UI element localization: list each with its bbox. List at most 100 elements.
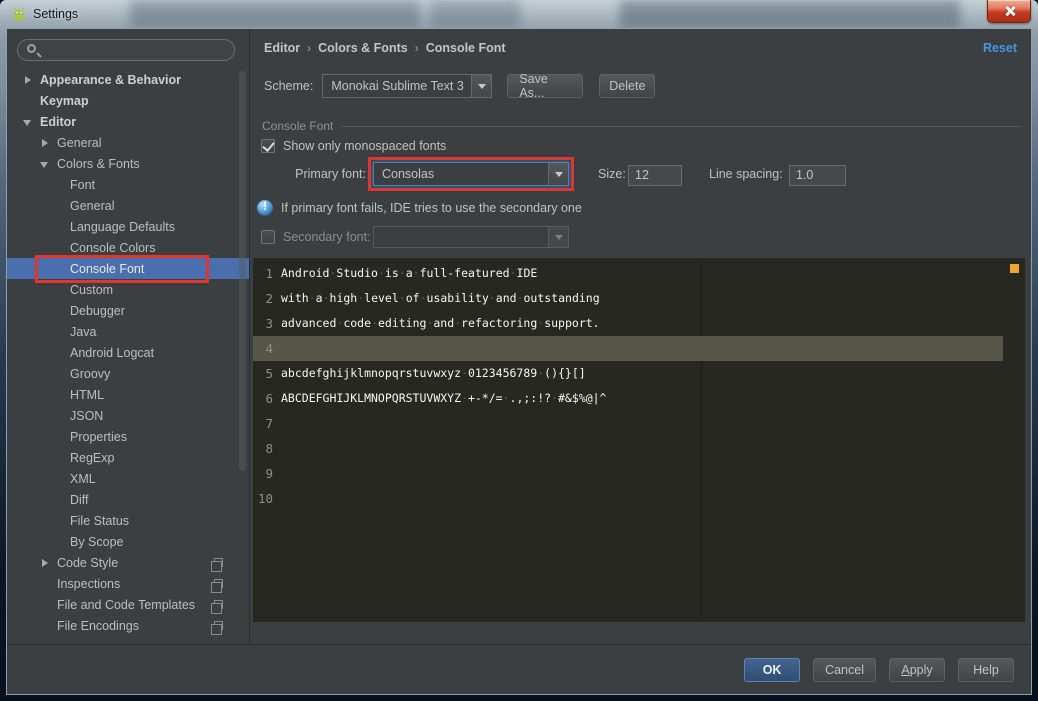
secondary-font-dropdown[interactable] [373,226,569,248]
show-monospaced-label: Show only monospaced fonts [283,139,446,153]
sidebar-item-editor[interactable]: Editor [7,111,249,132]
scheme-dropdown[interactable]: Monokai Sublime Text 3 [322,74,492,98]
sidebar-item-appearance-behavior[interactable]: Appearance & Behavior [7,69,249,90]
sidebar-item-android-logcat[interactable]: Android Logcat [7,342,249,363]
whitespace-dot: · [336,316,343,330]
chevron-down-icon[interactable] [40,159,51,169]
whitespace-dot: · [323,291,330,305]
sidebar-item-general[interactable]: General [7,195,249,216]
sidebar-item-label: General [70,199,114,213]
line-number: 3 [253,311,281,336]
show-monospaced-checkbox[interactable] [261,139,275,153]
sidebar-item-general[interactable]: General [7,132,249,153]
line-spacing-field[interactable]: 1.0 [789,165,846,186]
search-input[interactable] [17,39,235,61]
sidebar-item-label: JSON [70,409,103,423]
chevron-right-icon [42,139,48,147]
sidebar-item-by-scope[interactable]: By Scope [7,531,249,552]
sidebar-item-label: Groovy [70,367,110,381]
sidebar-item-label: Language Defaults [70,220,175,234]
project-settings-icon [214,579,223,588]
sidebar-item-label: HTML [70,388,104,402]
sidebar-item-label: By Scope [70,535,124,549]
sidebar-item-file-encodings[interactable]: File Encodings [7,615,249,636]
breadcrumb-colors-fonts[interactable]: Colors & Fonts [318,41,408,55]
sidebar-item-json[interactable]: JSON [7,405,249,426]
title-bar[interactable]: Settings [0,0,1038,28]
delete-button[interactable]: Delete [599,74,655,98]
line-text: ABCDEFGHIJKLMNOPQRSTUVWXYZ·+-*/=·.,;:!?·… [281,386,606,411]
whitespace-dot: · [378,266,385,280]
sidebar-scrollbar[interactable] [239,71,246,471]
sidebar-item-regexp[interactable]: RegExp [7,447,249,468]
android-studio-icon [11,6,27,22]
whitespace-dot: · [371,316,378,330]
sidebar-item-file-and-code-templates[interactable]: File and Code Templates [7,594,249,615]
chevron-right-icon[interactable] [23,75,34,85]
sidebar-item-label: Font [70,178,95,192]
sidebar-item-language-defaults[interactable]: Language Defaults [7,216,249,237]
settings-window: Settings Appearance & BehaviorKeymapEdit… [0,0,1038,701]
whitespace-dot: · [399,291,406,305]
search-icon [27,44,36,53]
save-as-button[interactable]: Save As... [507,74,583,98]
chevron-right-icon [25,76,31,84]
chevron-right-icon[interactable] [40,558,51,568]
sidebar-item-properties[interactable]: Properties [7,426,249,447]
sidebar-item-label: Code Style [57,556,118,570]
primary-font-dropdown[interactable]: Consolas [373,162,569,186]
ok-button[interactable]: OK [744,658,800,682]
sidebar-item-font[interactable]: Font [7,174,249,195]
sidebar-item-groovy[interactable]: Groovy [7,363,249,384]
dialog-footer: OK Cancel Apply Help [7,644,1031,694]
monospace-row: Show only monospaced fonts [261,137,446,155]
sidebar-item-inspections[interactable]: Inspections [7,573,249,594]
reset-link[interactable]: Reset [983,41,1017,55]
size-field[interactable]: 12 [628,165,682,186]
sidebar-item-console-colors[interactable]: Console Colors [7,237,249,258]
sidebar-item-debugger[interactable]: Debugger [7,300,249,321]
sidebar-item-xml[interactable]: XML [7,468,249,489]
project-settings-icon [214,558,223,567]
sidebar-item-java[interactable]: Java [7,321,249,342]
chevron-right-icon[interactable] [40,138,51,148]
sidebar-item-keymap[interactable]: Keymap [7,90,249,111]
sidebar-item-label: Custom [70,283,113,297]
primary-font-dropdown-arrow[interactable] [548,163,568,185]
breadcrumb-separator: › [307,41,311,55]
apply-button[interactable]: Apply [889,658,945,682]
secondary-font-checkbox[interactable] [261,230,275,244]
sidebar-item-label: File and Code Templates [57,598,195,612]
sidebar-item-label: Android Logcat [70,346,154,360]
settings-dialog: Appearance & BehaviorKeymapEditorGeneral… [6,28,1032,695]
scheme-dropdown-arrow[interactable] [471,75,491,97]
sidebar-item-diff[interactable]: Diff [7,489,249,510]
line-number: 8 [253,436,281,461]
chevron-down-icon[interactable] [23,117,34,127]
chevron-down-icon [555,172,563,177]
sidebar-item-console-font[interactable]: Console Font [7,258,249,279]
breadcrumb-editor[interactable]: Editor [264,41,300,55]
whitespace-dot: · [420,291,427,305]
tree-indent [23,96,34,106]
sidebar-item-file-status[interactable]: File Status [7,510,249,531]
font-preview-editor[interactable]: 1Android·Studio·is·a·full-featured·IDE2w… [253,258,1025,622]
console-font-pane: Editor›Colors & Fonts›Console Font Reset… [250,29,1031,644]
error-stripe-marker [1010,264,1019,273]
whitespace-dot: · [329,266,336,280]
sidebar-item-custom[interactable]: Custom [7,279,249,300]
cancel-button[interactable]: Cancel [813,658,876,682]
sidebar-item-label: Inspections [57,577,120,591]
help-button[interactable]: Help [958,658,1014,682]
sidebar-item-colors-fonts[interactable]: Colors & Fonts [7,153,249,174]
close-button[interactable] [987,0,1031,23]
whitespace-dot: · [309,291,316,305]
info-icon [257,200,273,216]
editor-line-2: 2with·a·high·level·of·usability·and·outs… [253,286,1025,311]
sidebar-item-code-style[interactable]: Code Style [7,552,249,573]
whitespace-dot: · [489,291,496,305]
sidebar-item-label: Console Colors [70,241,155,255]
info-row: If primary font fails, IDE tries to use … [257,199,582,217]
sidebar-item-html[interactable]: HTML [7,384,249,405]
whitespace-dot: · [503,391,510,405]
